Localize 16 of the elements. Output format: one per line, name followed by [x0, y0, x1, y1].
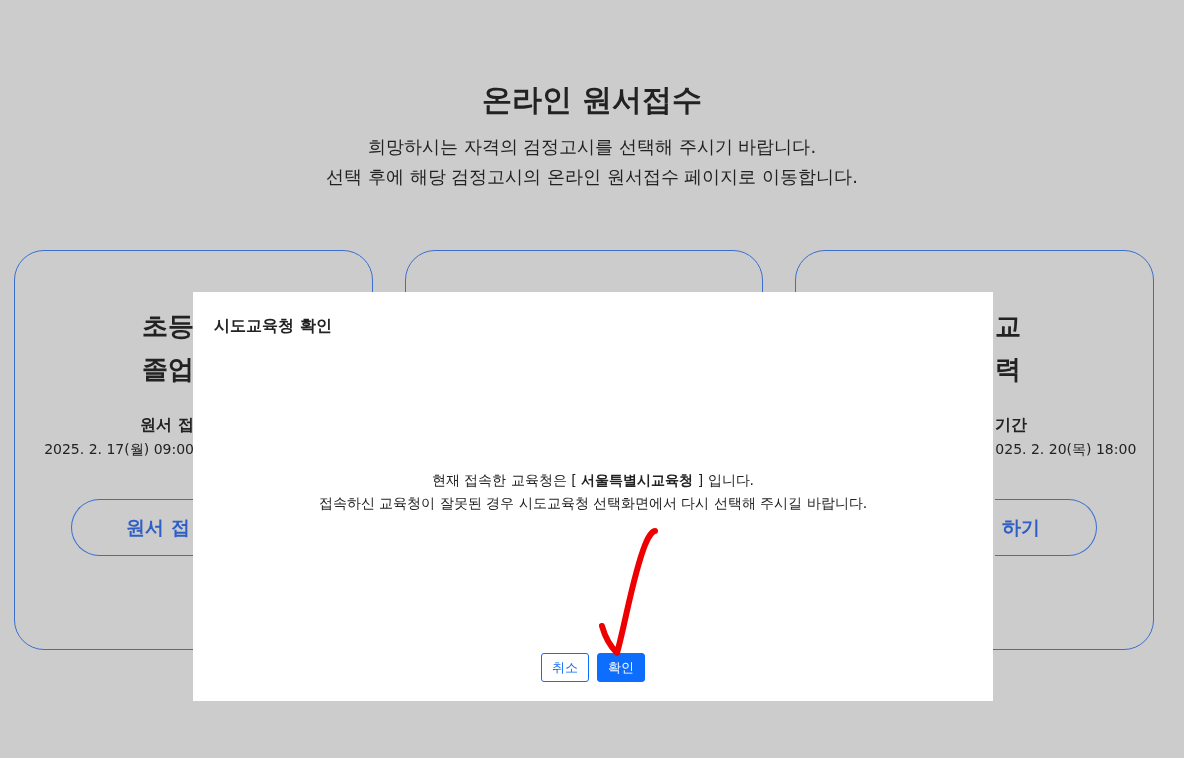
period-label: 원서 접 — [139, 414, 194, 436]
period-text: 025. 2. 20(목) 18:00 — [995, 440, 1138, 459]
period-label: 기간 — [995, 414, 1029, 436]
page-title: 온라인 원서접수 — [480, 82, 704, 118]
cancel-button[interactable]: 취소 — [541, 652, 589, 682]
card-title: 초등 — [141, 310, 194, 343]
card-title: 졸업 — [141, 353, 194, 386]
subtitle-text: 선택 후에 해당 검정고시의 온라인 원서접수 페이지로 이동합니다. — [325, 165, 859, 189]
card-title: 력 — [995, 353, 1023, 386]
dialog-title: 시도교육청 확인 — [213, 315, 333, 336]
period-text: 2025. 2. 17(월) 09:00 — [43, 440, 194, 459]
card-title: 교 — [995, 310, 1023, 343]
subtitle-text: 희망하시는 자격의 검정고시를 선택해 주시기 바랍니다. — [366, 135, 818, 159]
message-text: 접속하신 교육청이 잘못된 경우 시도교육청 선택화면에서 다시 선택해 주시길 바랍니다. — [317, 494, 869, 514]
message-text: 현재 접속한 교육청은 [ 서울특별시교육청 ] 입니다. — [430, 471, 756, 491]
confirm-button[interactable]: 확인 — [597, 652, 645, 682]
